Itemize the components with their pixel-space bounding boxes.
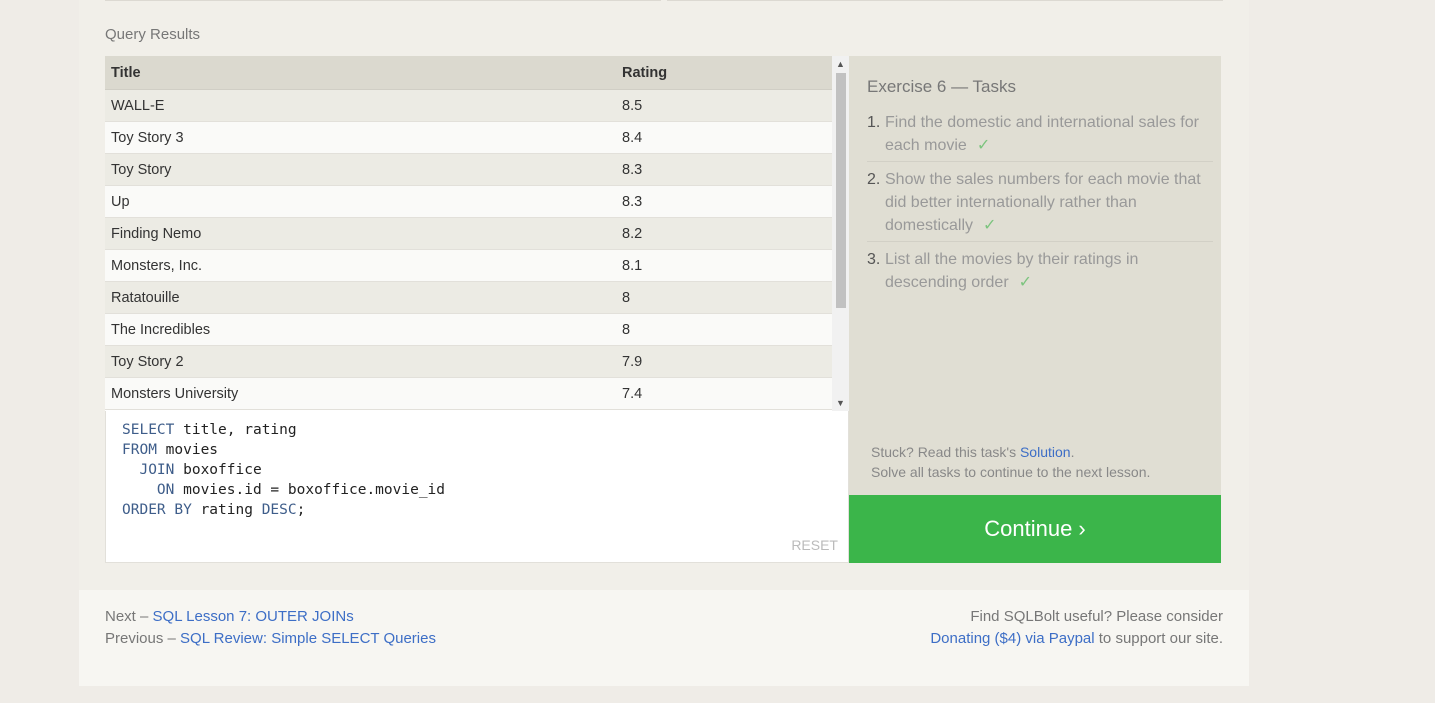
cell-rating: 8 — [616, 313, 832, 346]
task-text: Show the sales numbers for each movie th… — [885, 171, 1201, 234]
query-results-table-container[interactable]: Title Rating WALL-E 8.5 Toy Story 3 8.4 Toy … — [105, 56, 849, 411]
table-row: Toy Story 3 8.4 — [105, 121, 832, 154]
cell-title: The Incredibles — [105, 313, 616, 346]
stuck-suffix: . — [1070, 444, 1075, 460]
cell-rating: 8.3 — [616, 153, 832, 186]
sql-text: title, rating — [174, 422, 297, 438]
table-row: The Incredibles 8 — [105, 313, 832, 346]
table-header-row: Title Rating — [105, 56, 832, 90]
cell-rating: 8.4 — [616, 121, 832, 154]
task-item: 3. List all the movies by their ratings i… — [867, 246, 1213, 298]
next-lesson-link[interactable]: SQL Lesson 7: OUTER JOINs — [153, 608, 354, 625]
task-text: List all the movies by their ratings in … — [885, 251, 1139, 291]
cell-title: WALL-E — [105, 89, 616, 122]
continue-button[interactable]: Continue › — [849, 495, 1221, 563]
code-line: SELECT title, rating — [122, 422, 297, 438]
footer: Next – SQL Lesson 7: OUTER JOINs Previou… — [79, 590, 1249, 686]
query-results-table: Title Rating WALL-E 8.5 Toy Story 3 8.4 Toy … — [105, 56, 832, 410]
previous-prefix: Previous – — [105, 630, 181, 647]
scroll-thumb[interactable] — [836, 73, 846, 308]
solution-link[interactable]: Solution — [1020, 444, 1071, 460]
donation-note: Find SQLBolt useful? Please consider Don… — [930, 606, 1223, 650]
divider — [105, 0, 661, 1]
sql-text: boxoffice — [174, 462, 262, 478]
sql-text: rating — [191, 502, 262, 518]
code-line: FROM movies — [122, 442, 218, 458]
sql-keyword: JOIN — [139, 462, 175, 478]
cell-rating: 8.1 — [616, 249, 832, 282]
next-prefix: Next – — [105, 608, 153, 625]
stuck-help: Stuck? Read this task's Solution. Solve … — [871, 442, 1150, 482]
donation-text: Find SQLBolt useful? Please consider — [970, 608, 1223, 625]
task-text: Find the domestic and international sale… — [885, 114, 1199, 154]
tasks-panel: Exercise 6 — Tasks 1. Find the domestic a… — [849, 56, 1221, 495]
sql-keyword: SELECT — [122, 422, 175, 438]
cell-rating: 8.2 — [616, 217, 832, 250]
column-header-rating: Rating — [616, 56, 832, 90]
sql-text: movies.id = boxoffice.movie_id — [174, 482, 446, 498]
column-header-title: Title — [105, 56, 616, 90]
page-container: Query Results Title Rating WALL-E 8.5 Toy … — [79, 0, 1249, 686]
table-row: Monsters University 7.4 — [105, 377, 832, 410]
stuck-prefix: Stuck? Read this task's — [871, 444, 1020, 460]
solve-all-text: Solve all tasks to continue to the next … — [871, 464, 1151, 480]
table-row: Monsters, Inc. 8.1 — [105, 249, 832, 282]
cell-title: Ratatouille — [105, 281, 616, 314]
task-number: 1. — [867, 114, 881, 131]
table-row: Toy Story 2 7.9 — [105, 345, 832, 378]
code-line: JOIN boxoffice — [122, 462, 262, 478]
checkmark-icon: ✓ — [1018, 274, 1033, 291]
query-results-heading: Query Results — [105, 26, 201, 43]
cell-title: Up — [105, 185, 616, 218]
task-item: 2. Show the sales numbers for each movie … — [867, 166, 1213, 242]
task-number: 3. — [867, 251, 881, 268]
checkmark-icon: ✓ — [983, 217, 997, 234]
task-list: 1. Find the domestic and international sa… — [867, 109, 1213, 302]
sql-text: ; — [296, 502, 306, 518]
reset-button[interactable]: RESET — [791, 537, 838, 553]
cell-rating: 7.9 — [616, 345, 832, 378]
sql-keyword: ORDER BY — [122, 502, 192, 518]
lesson-navigation: Next – SQL Lesson 7: OUTER JOINs Previou… — [105, 606, 436, 650]
cell-rating: 8 — [616, 281, 832, 314]
cell-rating: 8.3 — [616, 185, 832, 218]
results-scrollbar[interactable]: ▲ ▼ — [832, 56, 849, 411]
table-row: Up 8.3 — [105, 185, 832, 218]
cell-title: Toy Story 2 — [105, 345, 616, 378]
table-row: Toy Story 8.3 — [105, 153, 832, 186]
sql-editor[interactable]: SELECT title, rating FROM movies JOIN bo… — [105, 411, 849, 563]
donation-suffix: to support our site. — [1094, 630, 1223, 647]
table-row: WALL-E 8.5 — [105, 89, 832, 122]
previous-lesson-link[interactable]: SQL Review: Simple SELECT Queries — [180, 630, 436, 647]
cell-title: Finding Nemo — [105, 217, 616, 250]
cell-title: Toy Story 3 — [105, 121, 616, 154]
scroll-up-arrow-icon[interactable]: ▲ — [832, 56, 849, 72]
task-item: 1. Find the domestic and international sa… — [867, 109, 1213, 162]
table-row: Finding Nemo 8.2 — [105, 217, 832, 250]
cell-title: Monsters University — [105, 377, 616, 410]
cell-rating: 7.4 — [616, 377, 832, 410]
sql-keyword: FROM — [122, 442, 157, 458]
sql-code[interactable]: SELECT title, rating FROM movies JOIN bo… — [122, 420, 445, 520]
sql-text: movies — [156, 442, 219, 458]
divider — [667, 0, 1223, 1]
code-line: ON movies.id = boxoffice.movie_id — [122, 482, 445, 498]
sql-keyword: ON — [156, 482, 175, 498]
scroll-down-arrow-icon[interactable]: ▼ — [832, 395, 849, 411]
tasks-title: Exercise 6 — Tasks — [867, 77, 1016, 96]
task-number: 2. — [867, 171, 881, 188]
code-line: ORDER BY rating DESC; — [122, 502, 305, 518]
cell-title: Monsters, Inc. — [105, 249, 616, 282]
cell-title: Toy Story — [105, 153, 616, 186]
sql-keyword: DESC — [261, 502, 297, 518]
table-row: Ratatouille 8 — [105, 281, 832, 314]
donate-link[interactable]: Donating ($4) via Paypal — [930, 630, 1094, 647]
cell-rating: 8.5 — [616, 89, 832, 122]
checkmark-icon: ✓ — [976, 137, 991, 154]
